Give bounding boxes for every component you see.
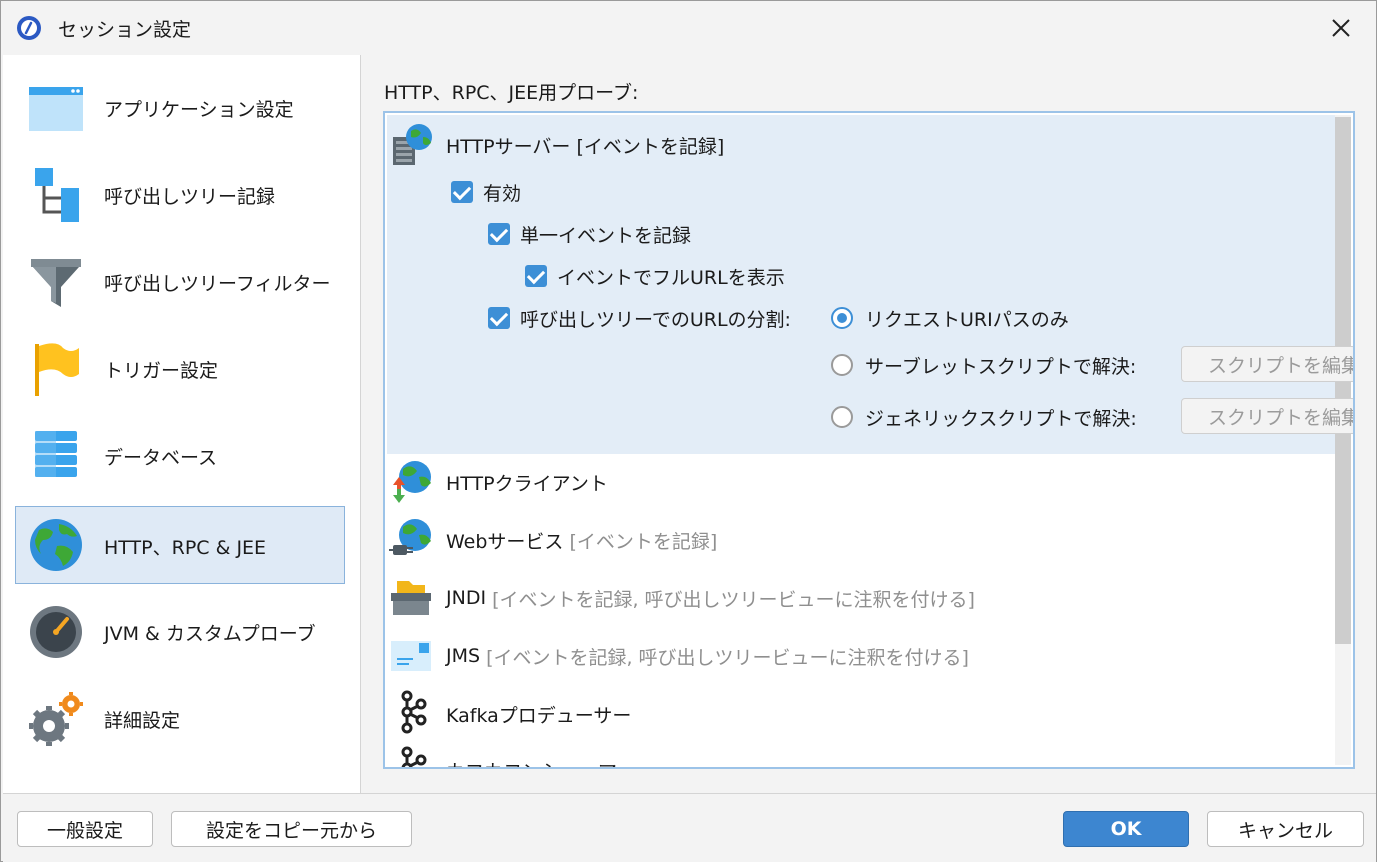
radio-request-uri-label: リクエストURIパスのみ bbox=[865, 308, 1069, 331]
sidebar-item-advanced-settings[interactable]: 詳細設定 bbox=[15, 680, 345, 758]
single-event-label: 単一イベントを記録 bbox=[520, 224, 692, 247]
funnel-filter-icon bbox=[31, 259, 81, 307]
sidebar-item-database[interactable]: データベース bbox=[15, 417, 345, 495]
radio-generic-script-label: ジェネリックスクリプトで解決: bbox=[865, 407, 1137, 430]
radio-generic-script-row[interactable]: ジェネリックスクリプトで解決: bbox=[831, 403, 1137, 431]
radio-servlet-script-label: サーブレットスクリプトで解決: bbox=[865, 355, 1137, 378]
probe-name: Kafkaプロデューサー bbox=[446, 704, 632, 727]
message-envelope-icon bbox=[391, 641, 431, 671]
settings-sidebar: アプリケーション設定 呼び出しツリー記録 呼び出しツリーフィルター トリガー設定… bbox=[3, 55, 361, 793]
probe-name: Webサービス bbox=[446, 530, 564, 553]
database-icon bbox=[35, 431, 77, 477]
full-url-checkbox[interactable] bbox=[525, 265, 547, 287]
window-title: セッション設定 bbox=[58, 19, 192, 41]
split-url-checkbox[interactable] bbox=[488, 307, 510, 329]
probe-jndi[interactable]: JNDI [イベントを記録, 呼び出しツリービューに注釈を付ける] bbox=[446, 584, 975, 612]
sidebar-item-label: トリガー設定 bbox=[104, 359, 219, 382]
edit-generic-script-button[interactable]: スクリプトを編集 bbox=[1181, 398, 1353, 434]
edit-servlet-script-button[interactable]: スクリプトを編集 bbox=[1181, 346, 1353, 382]
probe-suffix: [イベントを記録, 呼び出しツリービューに注釈を付ける] bbox=[486, 646, 969, 669]
full-url-checkbox-row[interactable]: イベントでフルURLを表示 bbox=[525, 262, 785, 290]
gears-icon bbox=[29, 692, 83, 746]
sidebar-item-application-settings[interactable]: アプリケーション設定 bbox=[15, 69, 345, 147]
probe-name: カフカコンシューマー bbox=[446, 757, 636, 768]
probe-kafka-producer[interactable]: Kafkaプロデューサー bbox=[446, 700, 631, 728]
single-event-checkbox[interactable] bbox=[488, 223, 510, 245]
full-url-label: イベントでフルURLを表示 bbox=[557, 266, 785, 289]
globe-plug-icon bbox=[389, 519, 431, 555]
globe-arrows-icon bbox=[393, 461, 431, 503]
gauge-icon bbox=[30, 606, 82, 658]
flag-icon bbox=[35, 343, 79, 396]
radio-servlet-script[interactable] bbox=[831, 354, 853, 376]
server-globe-icon bbox=[393, 124, 432, 165]
copy-settings-button[interactable]: 設定をコピー元から bbox=[171, 811, 412, 847]
probe-web-services[interactable]: Webサービス [イベントを記録] bbox=[446, 526, 717, 554]
probe-name: HTTPサーバー [イベントを記録] bbox=[446, 135, 725, 158]
probe-name: HTTPクライアント bbox=[446, 472, 608, 495]
sidebar-item-label: 詳細設定 bbox=[104, 709, 181, 732]
sidebar-item-label: HTTP、RPC & JEE bbox=[104, 536, 267, 559]
enabled-checkbox-row[interactable]: 有効 bbox=[451, 178, 521, 206]
app-logo-icon bbox=[17, 16, 41, 40]
close-icon bbox=[1332, 19, 1350, 37]
probe-suffix: [イベントを記録, 呼び出しツリービューに注釈を付ける] bbox=[492, 588, 975, 611]
single-event-checkbox-row[interactable]: 単一イベントを記録 bbox=[488, 220, 691, 248]
probe-list[interactable]: HTTPサーバー [イベントを記録] 有効 単一イベントを記録 イベントでフルU… bbox=[383, 111, 1355, 769]
radio-request-uri-row[interactable]: リクエストURIパスのみ bbox=[831, 304, 1069, 332]
probe-kafka-consumer[interactable]: カフカコンシューマー bbox=[446, 756, 636, 768]
tree-hierarchy-icon bbox=[35, 168, 79, 222]
probe-http-server[interactable]: HTTPサーバー [イベントを記録] bbox=[446, 131, 724, 159]
sidebar-item-jvm-custom-probes[interactable]: JVM & カスタムプローブ bbox=[15, 593, 345, 671]
sidebar-item-label: 呼び出しツリーフィルター bbox=[104, 272, 331, 295]
probe-suffix: [イベントを記録] bbox=[569, 530, 718, 553]
sidebar-item-label: データベース bbox=[104, 446, 218, 469]
radio-generic-script[interactable] bbox=[831, 406, 853, 428]
sidebar-item-call-tree-recording[interactable]: 呼び出しツリー記録 bbox=[15, 156, 345, 234]
close-button[interactable] bbox=[1321, 9, 1361, 47]
dialog-footer: 一般設定 設定をコピー元から OK キャンセル bbox=[3, 793, 1376, 862]
sidebar-item-http-rpc-jee[interactable]: HTTP、RPC & JEE bbox=[15, 506, 345, 584]
section-title: HTTP、RPC、JEE用プローブ: bbox=[384, 82, 639, 104]
globe-icon bbox=[30, 519, 82, 571]
radio-servlet-script-row[interactable]: サーブレットスクリプトで解決: bbox=[831, 351, 1136, 379]
title-bar: セッション設定 bbox=[1, 1, 1376, 55]
sidebar-item-call-tree-filter[interactable]: 呼び出しツリーフィルター bbox=[15, 243, 345, 321]
probe-http-client[interactable]: HTTPクライアント bbox=[446, 468, 608, 496]
ok-button[interactable]: OK bbox=[1063, 811, 1189, 847]
probe-jms[interactable]: JMS [イベントを記録, 呼び出しツリービューに注釈を付ける] bbox=[446, 642, 969, 670]
enabled-checkbox[interactable] bbox=[451, 181, 473, 203]
sidebar-item-label: 呼び出しツリー記録 bbox=[104, 185, 276, 208]
split-url-checkbox-row[interactable]: 呼び出しツリーでのURLの分割: bbox=[488, 304, 791, 332]
probe-name: JNDI bbox=[446, 587, 487, 609]
sidebar-item-label: JVM & カスタムプローブ bbox=[104, 622, 316, 645]
kafka-icon bbox=[401, 690, 427, 734]
radio-request-uri[interactable] bbox=[831, 307, 853, 329]
session-settings-dialog: セッション設定 アプリケーション設定 呼び出しツリー記録 呼び出しツリーフィルタ… bbox=[0, 0, 1377, 862]
folder-box-icon bbox=[391, 581, 431, 615]
sidebar-item-trigger-settings[interactable]: トリガー設定 bbox=[15, 330, 345, 408]
probe-name: JMS bbox=[446, 645, 481, 667]
split-url-label: 呼び出しツリーでのURLの分割: bbox=[520, 308, 791, 331]
cancel-button[interactable]: キャンセル bbox=[1207, 811, 1364, 847]
general-settings-button[interactable]: 一般設定 bbox=[17, 811, 153, 847]
kafka-icon bbox=[401, 746, 427, 767]
application-window-icon bbox=[29, 87, 83, 131]
enabled-label: 有効 bbox=[483, 182, 522, 205]
sidebar-item-label: アプリケーション設定 bbox=[104, 98, 294, 121]
